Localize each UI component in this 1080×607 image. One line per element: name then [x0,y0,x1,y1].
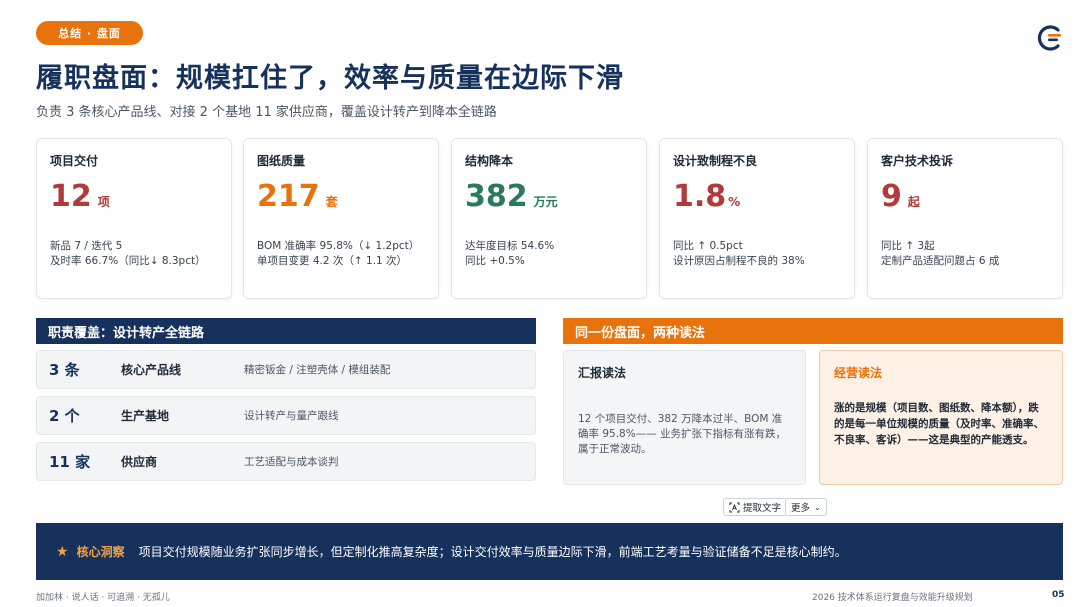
kpi-card-complaints: 客户技术投诉 9起 同比 ↑ 3起 定制产品适配问题占 6 成 [867,138,1063,299]
kpi-value-wrap: 1.8% [673,179,841,214]
kpi-unit: 万元 [533,195,558,209]
more-label: 更多 [791,503,811,514]
kpi-detail: 单项目变更 4.2 次（↑ 1.1 次） [257,255,408,267]
section-tag: 总结 · 盘面 [36,21,143,45]
card-body: 涨的是规模（项目数、图纸数、降本额），跌的是每一单位规模的质量（及时率、准确率、… [834,402,1044,446]
brand-logo-icon [1037,25,1061,51]
row-description: 工艺适配与成本谈判 [244,456,339,468]
kpi-card-defect-rate: 设计致制程不良 1.8% 同比 ↑ 0.5pct 设计原因占制程不良的 38% [659,138,855,299]
business-reading-card: 经营读法 涨的是规模（项目数、图纸数、降本额），跌的是每一单位规模的质量（及时率… [819,350,1063,485]
kpi-card-cost-reduction: 结构降本 382 万元 达年度目标 54.6% 同比 +0.5% [451,138,647,299]
kpi-label: 结构降本 [465,154,514,168]
row-description: 精密钣金 / 注塑壳体 / 模组装配 [244,364,391,376]
row-count: 3 条 [49,361,80,379]
page-number: 05 [1052,590,1065,600]
kpi-card-drawing-quality: 图纸质量 217 套 BOM 准确率 95.8%（↓ 1.2pct） 单项目变更 … [243,138,439,299]
kpi-detail: BOM 准确率 95.8%（↓ 1.2pct） [257,240,420,252]
page-subtitle: 负责 3 条核心产品线、对接 2 个基地 11 家供应商，覆盖设计转产到降本全链… [36,105,497,120]
kpi-unit: 起 [907,195,920,209]
kpi-detail: 新品 7 / 迭代 5 [50,240,123,252]
kpi-value: 382 [465,179,528,214]
star-icon: ★ [56,543,69,560]
chevron-down-icon: ⌄ [814,502,821,512]
kpi-unit: 项 [97,195,110,209]
kpi-label: 图纸质量 [257,154,306,168]
report-reading-card: 汇报读法 12 个项目交付、382 万降本过半、BOM 准确率 95.8%—— … [563,350,806,485]
row-name: 供应商 [121,455,158,469]
insight-text: 项目交付规模随业务扩张同步增长，但定制化推高复杂度；设计交付效率与质量边际下滑，… [138,545,847,559]
kpi-card-delivery: 项目交付 12 项 新品 7 / 迭代 5 及时率 66.7%（同比↓ 8.3pc… [36,138,232,299]
responsibility-header: 职责覆盖：设计转产全链路 [36,318,536,344]
page-title: 履职盘面：规模扛住了，效率与质量在边际下滑 [36,63,624,94]
kpi-unit: % [728,195,741,209]
kpi-detail: 设计原因占制程不良的 38% [673,255,805,267]
kpi-detail: 同比 ↑ 0.5pct [673,240,743,252]
kpi-value-wrap: 382 万元 [465,179,633,214]
extract-text-button[interactable]: 提取文字 [723,498,788,516]
kpi-label: 项目交付 [50,154,99,168]
kpi-label: 客户技术投诉 [881,154,954,168]
kpi-label: 设计致制程不良 [673,154,758,168]
row-name: 核心产品线 [121,363,182,377]
extract-text-label: 提取文字 [743,503,782,514]
footer-slogan: 加加林 · 说人话 · 可追溯 · 无孤儿 [36,593,170,603]
card-body: 12 个项目交付、382 万降本过半、BOM 准确率 95.8%—— 业务扩张下… [578,413,787,455]
kpi-value-wrap: 9起 [881,179,1049,214]
row-description: 设计转产与量产跟线 [244,410,339,422]
kpi-value: 9 [881,179,902,214]
footer-doc-title: 2026 技术体系运行复盘与效能升级规划 [812,593,973,603]
card-title: 汇报读法 [578,366,627,380]
kpi-value-wrap: 217 套 [257,179,425,214]
kpi-detail: 同比 ↑ 3起 [881,240,935,252]
kpi-detail: 定制产品适配问题占 6 成 [881,255,1000,267]
kpi-detail: 达年度目标 54.6% [465,240,555,252]
kpi-value: 12 [50,179,92,214]
core-insight-banner: ★ 核心洞察 项目交付规模随业务扩张同步增长，但定制化推高复杂度；设计交付效率与… [36,523,1063,580]
two-readings-header: 同一份盘面，两种读法 [563,318,1063,344]
insight-label: 核心洞察 [76,545,125,559]
row-name: 生产基地 [121,409,170,423]
list-item: 11 家 供应商 工艺适配与成本谈判 [36,442,536,481]
kpi-detail: 及时率 66.7%（同比↓ 8.3pct） [50,255,206,267]
card-title: 经营读法 [834,366,883,380]
kpi-value-wrap: 12 项 [50,179,218,214]
kpi-unit: 套 [325,195,338,209]
list-item: 2 个 生产基地 设计转产与量产跟线 [36,396,536,435]
row-count: 2 个 [49,407,80,425]
kpi-value: 217 [257,179,320,214]
more-button[interactable]: 更多 ⌄ [785,498,827,516]
row-count: 11 家 [49,453,91,471]
kpi-detail: 同比 +0.5% [465,255,525,267]
text-scan-icon [729,502,740,512]
kpi-value: 1.8 [673,179,727,214]
list-item: 3 条 核心产品线 精密钣金 / 注塑壳体 / 模组装配 [36,350,536,389]
